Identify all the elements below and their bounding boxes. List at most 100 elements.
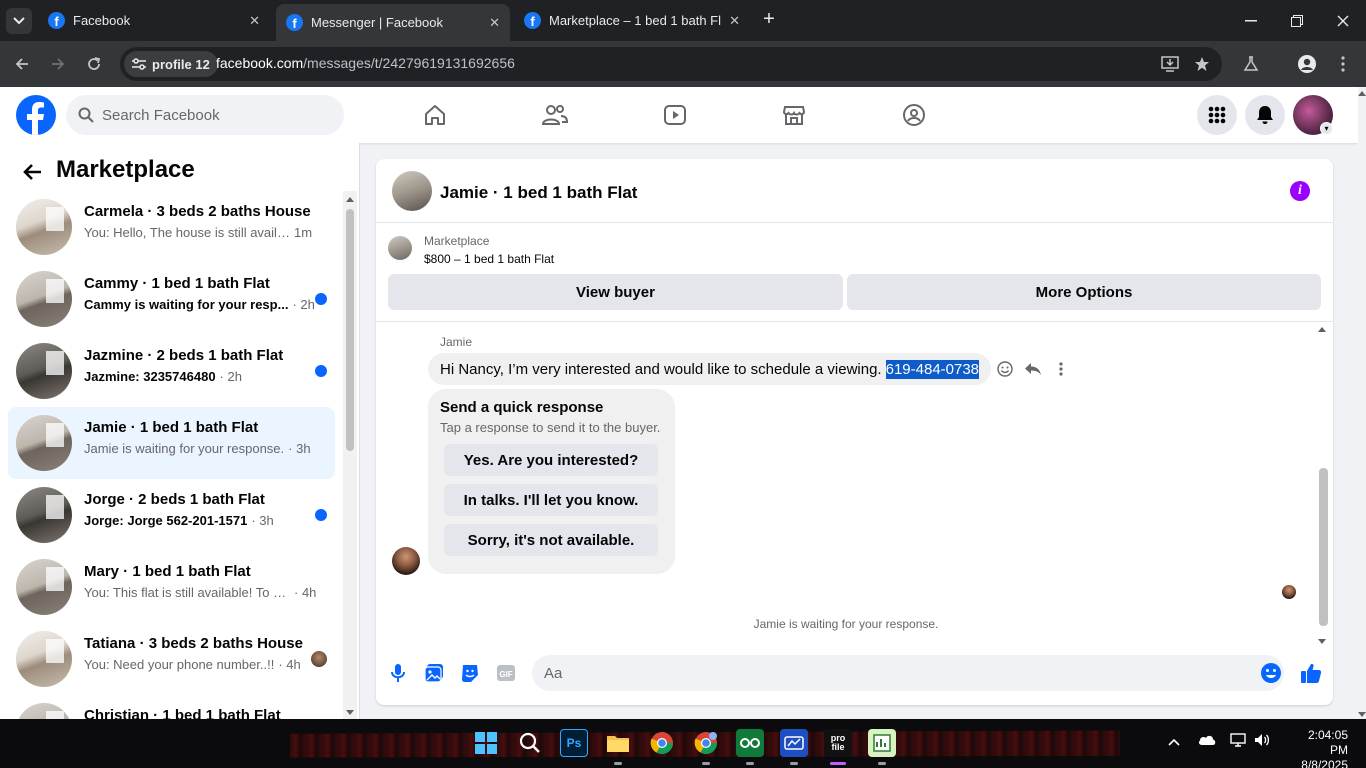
photoshop-icon[interactable]: Ps — [560, 729, 588, 757]
chrome-menu-button[interactable] — [1329, 50, 1357, 78]
scroll-down-icon[interactable] — [346, 710, 354, 715]
facebook-logo-icon[interactable] — [16, 95, 56, 135]
conversation-item-jamie[interactable]: Jamie · 1 bed 1 bath Flat Jamie is waiti… — [8, 407, 335, 479]
menu-button[interactable] — [1197, 95, 1237, 135]
conversation-item-jorge[interactable]: Jorge · 2 beds 1 bath Flat Jorge: Jorge … — [8, 479, 335, 551]
windows-start-icon[interactable] — [472, 729, 500, 757]
emoji-icon[interactable] — [1260, 662, 1282, 684]
conversation-item-carmela[interactable]: Carmela · 3 beds 2 baths House You: Hell… — [8, 191, 335, 263]
profile-button[interactable] — [1293, 50, 1321, 78]
sidebar-scrollbar[interactable] — [343, 191, 357, 719]
new-tab-button[interactable]: + — [758, 8, 780, 30]
app-green-icon[interactable] — [736, 729, 764, 765]
voice-clip-icon[interactable] — [387, 662, 409, 684]
back-button[interactable] — [18, 158, 46, 186]
address-bar[interactable]: profile 12 facebook.com/messages/t/24279… — [120, 47, 1222, 81]
nav-marketplace[interactable] — [778, 99, 810, 131]
close-window-button[interactable] — [1320, 0, 1366, 41]
browser-tab-messenger[interactable]: f Messenger | Facebook ✕ — [276, 4, 510, 41]
message-input[interactable] — [532, 655, 1284, 691]
search-icon[interactable] — [516, 729, 544, 757]
quick-response-yes-button[interactable]: Yes. Are you interested? — [444, 444, 658, 476]
conversation-item-jazmine[interactable]: Jazmine · 2 beds 1 bath Flat Jazmine: 32… — [8, 335, 335, 407]
nav-friends[interactable] — [539, 99, 571, 131]
conversation-item-tatiana[interactable]: Tatiana · 3 beds 2 baths House You: Need… — [8, 623, 335, 695]
show-hidden-icons-button[interactable] — [1168, 733, 1180, 749]
onedrive-icon[interactable] — [1198, 733, 1216, 749]
gif-icon[interactable]: GIF — [495, 662, 517, 684]
scroll-down-icon[interactable] — [1318, 639, 1326, 644]
view-buyer-button[interactable]: View buyer — [388, 274, 843, 310]
conversation-item-cammy[interactable]: Cammy · 1 bed 1 bath Flat Cammy is waiti… — [8, 263, 335, 335]
marketplace-inbox-sidebar: Marketplace Carmela · 3 beds 2 baths Hou… — [0, 143, 360, 719]
conversation-item-christian[interactable]: Christian · 1 bed 1 bath Flat — [8, 695, 335, 719]
search-input[interactable] — [102, 106, 322, 124]
scroll-down-icon[interactable] — [1358, 712, 1366, 717]
react-emoji-icon[interactable] — [996, 359, 1014, 379]
info-icon[interactable]: i — [1290, 181, 1310, 201]
close-icon[interactable]: ✕ — [249, 13, 260, 29]
url-path: /messages/t/24279619131692656 — [303, 55, 515, 71]
scroll-up-icon[interactable] — [1318, 327, 1326, 332]
browser-tab-marketplace[interactable]: f Marketplace – 1 bed 1 bath Flat ✕ — [514, 4, 750, 37]
scroll-up-icon[interactable] — [346, 197, 354, 202]
browser-tab-facebook[interactable]: f Facebook ✕ — [38, 4, 270, 37]
minimize-button[interactable] — [1228, 0, 1274, 41]
marketplace-icon — [782, 106, 806, 125]
reply-icon[interactable] — [1024, 359, 1042, 379]
listing-thumbnail[interactable] — [388, 236, 412, 260]
sticker-icon[interactable] — [459, 662, 481, 684]
scrollbar-thumb[interactable] — [346, 209, 354, 451]
notifications-button[interactable] — [1245, 95, 1285, 135]
thread-scrollbar[interactable] — [1316, 323, 1330, 646]
listing-avatar[interactable] — [392, 171, 432, 211]
volume-icon[interactable] — [1254, 733, 1270, 750]
profile-app-icon[interactable]: pro file — [824, 729, 852, 765]
app-spreadsheet-icon[interactable] — [868, 729, 896, 765]
like-thumbs-up-icon[interactable] — [1300, 662, 1322, 684]
reload-button[interactable] — [80, 50, 108, 78]
app-blue-icon[interactable] — [780, 729, 808, 765]
chrome-profile-icon[interactable] — [692, 729, 720, 765]
more-vertical-icon — [1341, 56, 1345, 72]
sender-avatar[interactable] — [392, 547, 420, 575]
facebook-search-box[interactable] — [66, 95, 344, 135]
preview-text: You: Hello, The house is still availa... — [84, 225, 290, 240]
bookmark-button[interactable] — [1188, 50, 1216, 78]
selected-phone-number[interactable]: 619-484-0738 — [885, 359, 980, 379]
close-icon[interactable]: ✕ — [729, 13, 740, 29]
listing-thumbnail — [16, 343, 72, 399]
nav-video[interactable] — [659, 99, 691, 131]
file-explorer-icon[interactable] — [604, 729, 632, 765]
message-bubble[interactable]: Hi Nancy, I’m very interested and would … — [428, 353, 992, 385]
conversation-title[interactable]: Jamie · 1 bed 1 bath Flat — [440, 183, 637, 203]
tab-title: Messenger | Facebook — [311, 15, 443, 30]
labs-button[interactable] — [1237, 50, 1265, 78]
system-clock[interactable]: 2:04:05 PM 8/8/2025 — [1288, 728, 1348, 768]
listing-price-title[interactable]: $800 – 1 bed 1 bath Flat — [424, 252, 554, 266]
sidebar-title: Marketplace — [56, 156, 195, 183]
quick-response-in-talks-button[interactable]: In talks. I'll let you know. — [444, 484, 658, 516]
quick-response-not-available-button[interactable]: Sorry, it's not available. — [444, 524, 658, 556]
close-icon[interactable]: ✕ — [489, 15, 500, 31]
restore-button[interactable] — [1274, 0, 1320, 41]
more-vertical-icon[interactable] — [1052, 359, 1070, 379]
tab-search-button[interactable] — [6, 8, 32, 34]
back-button[interactable] — [8, 50, 36, 78]
scrollbar-thumb[interactable] — [1319, 468, 1328, 626]
conversation-item-mary[interactable]: Mary · 1 bed 1 bath Flat You: This flat … — [8, 551, 335, 623]
more-options-button[interactable]: More Options — [847, 274, 1321, 310]
nav-groups[interactable] — [898, 99, 930, 131]
install-app-button[interactable] — [1156, 50, 1184, 78]
page-scrollbar[interactable] — [1358, 87, 1366, 719]
scroll-up-icon[interactable] — [1358, 91, 1366, 96]
attach-photo-icon[interactable] — [423, 662, 445, 684]
chrome-icon[interactable] — [648, 729, 676, 757]
url-text[interactable]: facebook.com/messages/t/2427961913169265… — [216, 55, 515, 71]
site-info-chip[interactable]: profile 12 — [124, 51, 218, 77]
chevron-down-icon[interactable]: ▾ — [1320, 122, 1333, 135]
forward-button[interactable] — [44, 50, 72, 78]
network-icon[interactable] — [1230, 733, 1246, 750]
nav-home[interactable] — [419, 99, 451, 131]
preview-time: · 2h — [292, 297, 315, 312]
